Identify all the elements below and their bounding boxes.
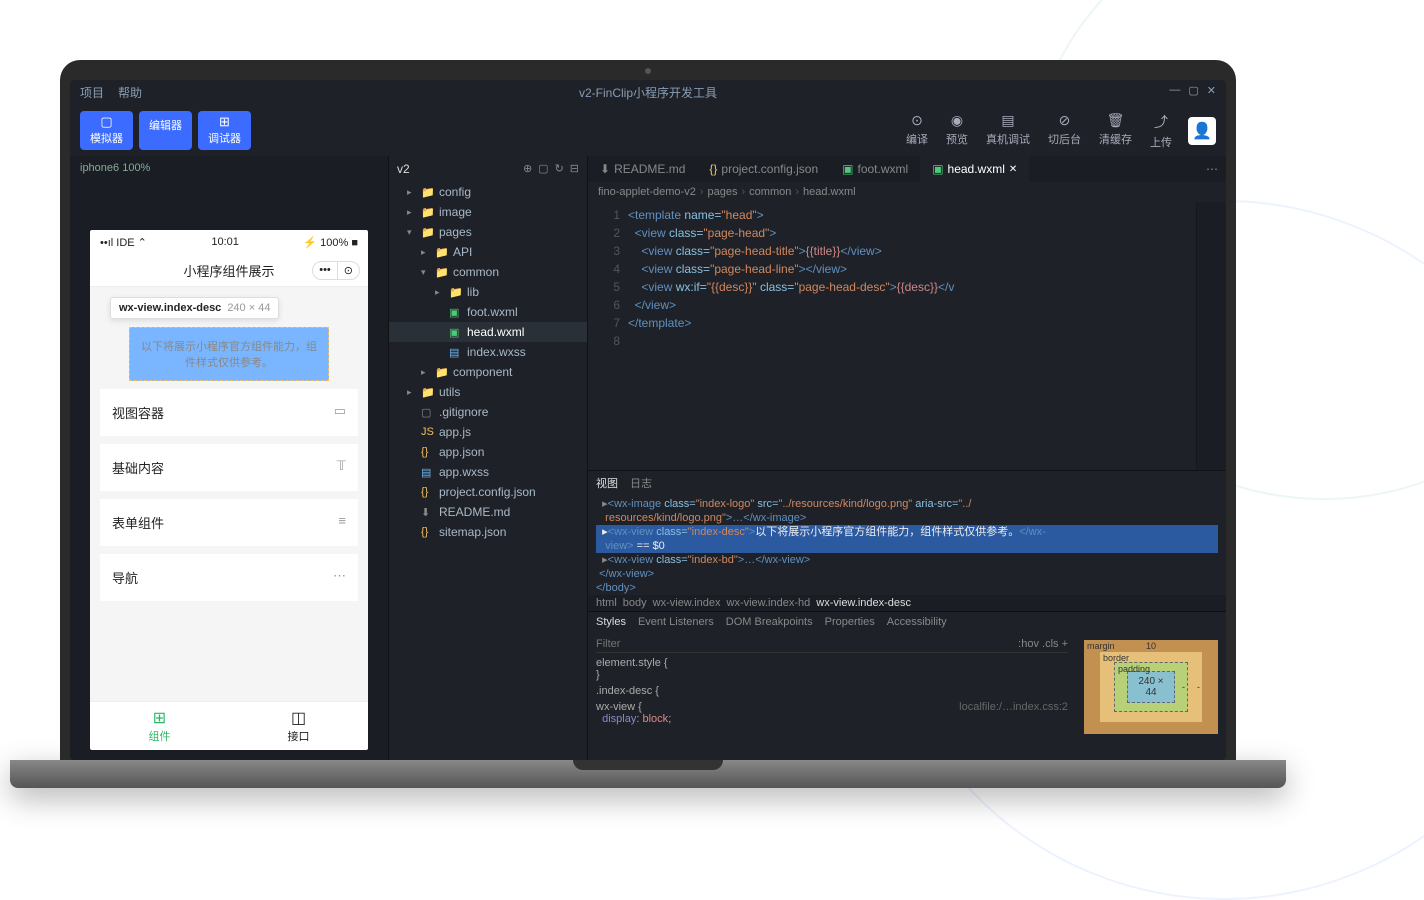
hov-toggle[interactable]: :hov .cls + xyxy=(1018,638,1068,650)
breadcrumb[interactable]: fino-applet-demo-v2›pages›common›head.wx… xyxy=(588,182,1226,202)
tree-item-app.wxss[interactable]: ▤app.wxss xyxy=(389,462,587,482)
devtools-panel: 视图日志 ▸<wx-image class="index-logo" src="… xyxy=(588,470,1226,760)
tree-item-config[interactable]: ▸📁config xyxy=(389,182,587,202)
list-item[interactable]: 导航⋯ xyxy=(100,554,358,601)
more-tabs-icon[interactable]: ⋯ xyxy=(1198,162,1226,176)
box-model: margin 10 border - padding - 240 × 4 xyxy=(1076,632,1226,760)
highlighted-element: 以下将展示小程序官方组件能力，组件样式仅供参考。 xyxy=(129,327,329,381)
styles-tab-DOM Breakpoints[interactable]: DOM Breakpoints xyxy=(726,616,813,628)
capsule-button[interactable]: ••• ⊙ xyxy=(312,261,360,280)
simulator-device: ••ıl IDE ⌃ 10:01 ⚡ 100% ■ 小程序组件展示 ••• ⊙ xyxy=(90,230,368,750)
styles-tab-Accessibility[interactable]: Accessibility xyxy=(887,616,947,628)
styles-panel[interactable]: :hov .cls + element.style {}.index-desc … xyxy=(588,632,1076,760)
dom-tree[interactable]: ▸<wx-image class="index-logo" src="../re… xyxy=(588,495,1226,595)
devtools-tab-日志[interactable]: 日志 xyxy=(630,475,652,491)
collapse-icon[interactable]: ⊟ xyxy=(570,162,579,176)
dom-breadcrumb[interactable]: htmlbodywx-view.indexwx-view.index-hdwx-… xyxy=(588,595,1226,611)
ide-window: 项目 帮助 v2-FinClip小程序开发工具 — ▢ ✕ ▢模拟器编辑器⊞调试… xyxy=(70,80,1226,760)
tree-item-pages[interactable]: ▾📁pages xyxy=(389,222,587,242)
toolbar-调试器[interactable]: ⊞调试器 xyxy=(198,111,251,150)
editor-tab-README.md[interactable]: ⬇README.md xyxy=(588,156,697,182)
laptop-frame: 项目 帮助 v2-FinClip小程序开发工具 — ▢ ✕ ▢模拟器编辑器⊞调试… xyxy=(60,60,1236,788)
simulator-device-info[interactable]: iphone6 100% xyxy=(70,156,388,180)
toolbar-编辑器[interactable]: 编辑器 xyxy=(139,111,192,150)
maximize-icon[interactable]: ▢ xyxy=(1188,84,1198,97)
simulator-panel: iphone6 100% ••ıl IDE ⌃ 10:01 ⚡ 100% ■ 小… xyxy=(70,156,388,760)
editor-tab-foot.wxml[interactable]: ▣foot.wxml xyxy=(830,156,920,182)
action-清缓存[interactable]: 🗑清缓存 xyxy=(1099,112,1132,150)
close-icon[interactable]: ✕ xyxy=(1207,84,1216,97)
styles-filter-input[interactable] xyxy=(596,638,1018,650)
project-root[interactable]: v2 xyxy=(397,162,410,176)
tree-item-index.wxss[interactable]: ▤index.wxss xyxy=(389,342,587,362)
nav-bar: 小程序组件展示 ••• ⊙ xyxy=(90,255,368,287)
devtools-tab-视图[interactable]: 视图 xyxy=(596,475,618,491)
tree-item-head.wxml[interactable]: ▣head.wxml xyxy=(389,322,587,342)
menu-project[interactable]: 项目 xyxy=(80,84,104,101)
tree-item-project.config.json[interactable]: {}project.config.json xyxy=(389,482,587,502)
tree-item-app.js[interactable]: JSapp.js xyxy=(389,422,587,442)
tab-接口[interactable]: ◫接口 xyxy=(229,702,368,750)
tree-item-sitemap.json[interactable]: {}sitemap.json xyxy=(389,522,587,542)
action-上传[interactable]: ⤴上传 xyxy=(1150,112,1172,150)
toolbar: ▢模拟器编辑器⊞调试器 ⊙编译 ◉预览 ▤真机调试 ⊘切后台 🗑清缓存 ⤴上传 👤 xyxy=(70,105,1226,156)
editor-tabs: ⬇README.md{}project.config.json▣foot.wxm… xyxy=(588,156,1226,182)
list-item[interactable]: 视图容器▭ xyxy=(100,389,358,436)
window-title: v2-FinClip小程序开发工具 xyxy=(579,84,717,101)
page-title: 小程序组件展示 xyxy=(183,261,274,280)
menu-help[interactable]: 帮助 xyxy=(118,84,142,101)
tree-item-.gitignore[interactable]: ▢.gitignore xyxy=(389,402,587,422)
tree-item-utils[interactable]: ▸📁utils xyxy=(389,382,587,402)
tree-item-README.md[interactable]: ⬇README.md xyxy=(389,502,587,522)
tree-item-foot.wxml[interactable]: ▣foot.wxml xyxy=(389,302,587,322)
list-item[interactable]: 表单组件≡ xyxy=(100,499,358,546)
list-item[interactable]: 基础内容𝕋 xyxy=(100,444,358,491)
avatar[interactable]: 👤 xyxy=(1188,117,1216,145)
refresh-icon[interactable]: ↻ xyxy=(555,162,564,176)
editor-tab-head.wxml[interactable]: ▣head.wxml✕ xyxy=(920,156,1029,182)
element-tooltip: wx-view.index-desc 240 × 44 xyxy=(110,297,279,319)
tree-item-app.json[interactable]: {}app.json xyxy=(389,442,587,462)
code-editor[interactable]: 12345678 <template name="head"> <view cl… xyxy=(588,202,1226,470)
toolbar-模拟器[interactable]: ▢模拟器 xyxy=(80,111,133,150)
action-真机调试[interactable]: ▤真机调试 xyxy=(986,112,1030,150)
minimap[interactable] xyxy=(1196,202,1226,470)
status-bar: ••ıl IDE ⌃ 10:01 ⚡ 100% ■ xyxy=(90,230,368,255)
tree-item-common[interactable]: ▾📁common xyxy=(389,262,587,282)
tab-bar: ⊞组件◫接口 xyxy=(90,701,368,750)
tree-item-lib[interactable]: ▸📁lib xyxy=(389,282,587,302)
new-file-icon[interactable]: ⊕ xyxy=(523,162,532,176)
action-编译[interactable]: ⊙编译 xyxy=(906,112,928,150)
new-folder-icon[interactable]: ▢ xyxy=(538,162,548,176)
styles-tab-Event Listeners[interactable]: Event Listeners xyxy=(638,616,714,628)
minimize-icon[interactable]: — xyxy=(1169,84,1180,97)
editor-tab-project.config.json[interactable]: {}project.config.json xyxy=(697,156,830,182)
file-explorer: v2 ⊕ ▢ ↻ ⊟ ▸📁config▸📁image▾📁pages▸📁API▾📁… xyxy=(388,156,588,760)
menubar: 项目 帮助 v2-FinClip小程序开发工具 — ▢ ✕ xyxy=(70,80,1226,105)
tree-item-component[interactable]: ▸📁component xyxy=(389,362,587,382)
action-切后台[interactable]: ⊘切后台 xyxy=(1048,112,1081,150)
styles-tab-Styles[interactable]: Styles xyxy=(596,616,626,628)
action-预览[interactable]: ◉预览 xyxy=(946,112,968,150)
tree-item-image[interactable]: ▸📁image xyxy=(389,202,587,222)
tree-item-API[interactable]: ▸📁API xyxy=(389,242,587,262)
editor-panel: ⬇README.md{}project.config.json▣foot.wxm… xyxy=(588,156,1226,760)
styles-tab-Properties[interactable]: Properties xyxy=(825,616,875,628)
tab-组件[interactable]: ⊞组件 xyxy=(90,702,229,750)
